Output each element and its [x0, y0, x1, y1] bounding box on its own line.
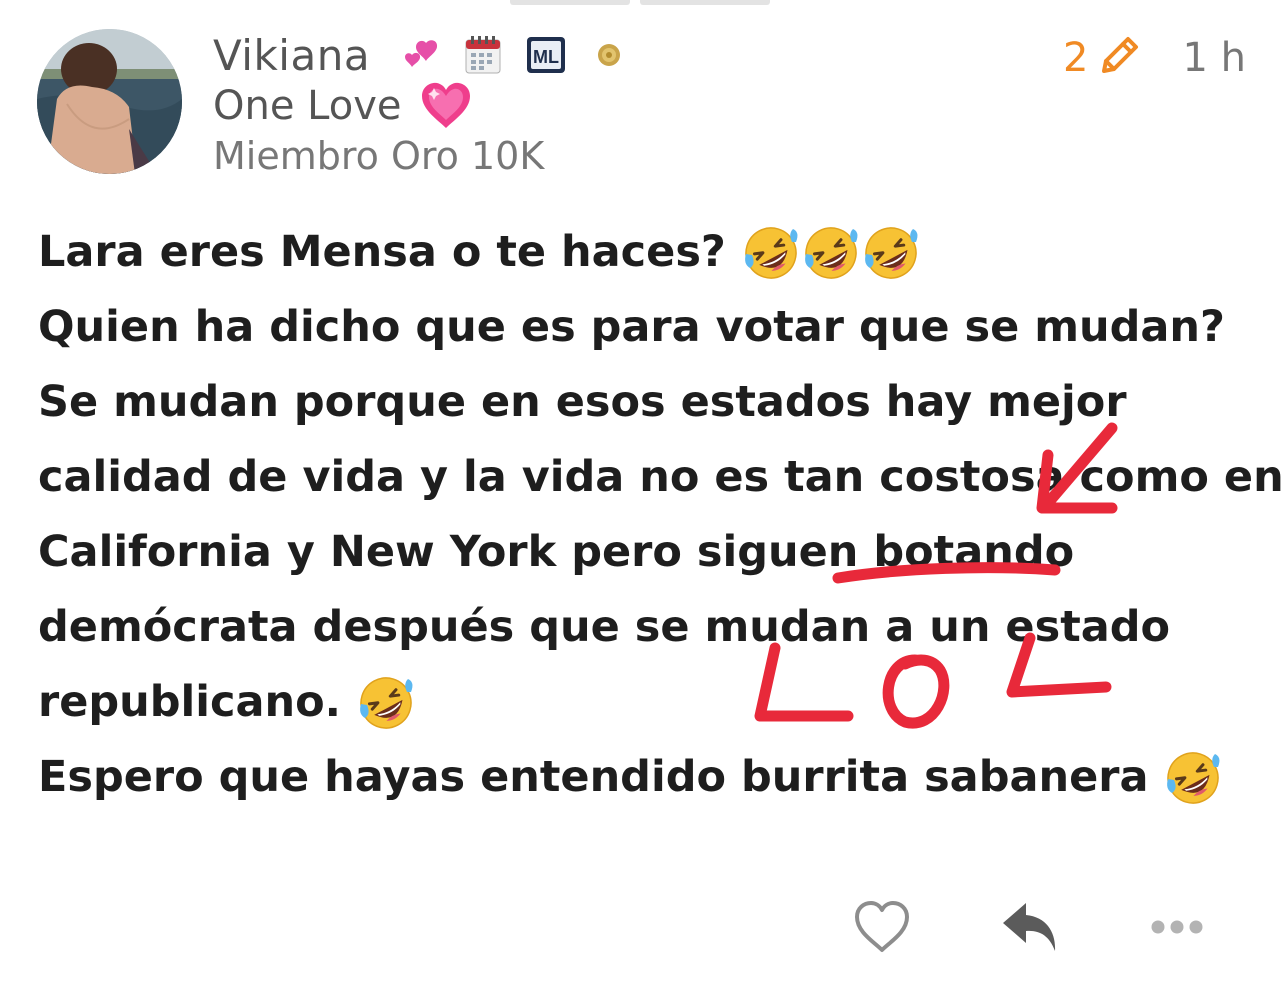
post-line: Espero que hayas entendido burrita saban…: [38, 740, 1258, 815]
edit-count[interactable]: 2: [1063, 35, 1088, 81]
calendar-icon: [464, 35, 502, 75]
post-line: republicano.: [38, 665, 1258, 740]
rolling-on-floor-laughing-emoji: [804, 226, 858, 279]
two-hearts-icon: [402, 35, 442, 75]
post-line: California y New York pero siguen botand…: [38, 527, 1075, 577]
svg-text:ML: ML: [533, 47, 559, 67]
top-edge: [510, 0, 780, 8]
author-tagline: One Love: [213, 83, 402, 129]
post-time: 1 h: [1182, 35, 1246, 81]
reply-icon[interactable]: [998, 895, 1064, 959]
sparkling-heart-icon: [418, 80, 474, 132]
post-meta-right: 2 1 h: [1063, 33, 1246, 83]
post-line: Se mudan porque en esos estados hay mejo…: [38, 377, 1127, 427]
more-dots-icon[interactable]: [1148, 895, 1206, 959]
heart-icon[interactable]: [850, 895, 914, 959]
post-line: calidad de vida y la vida no es tan cost…: [38, 452, 1284, 502]
rolling-on-floor-laughing-emoji: [864, 226, 918, 279]
post-line: Quien ha dicho que es para votar que se …: [38, 302, 1225, 352]
author-name[interactable]: Vikiana: [213, 31, 370, 80]
post-line: Lara eres Mensa o te haces?: [38, 215, 1258, 290]
ml-badge-icon: ML: [526, 36, 566, 74]
pencil-icon[interactable]: [1096, 33, 1142, 83]
action-bar: [0, 895, 1284, 965]
author-rank: Miembro Oro 10K: [213, 134, 545, 178]
coin-icon: [596, 42, 622, 68]
post-line: demócrata después que se mudan a un esta…: [38, 602, 1171, 652]
post-body: Lara eres Mensa o te haces? Quien ha dic…: [38, 215, 1284, 815]
rolling-on-floor-laughing-emoji: [360, 676, 413, 729]
post-author-block: Vikiana ML One Love Miembro Oro 10K: [213, 28, 622, 178]
avatar[interactable]: [37, 29, 182, 174]
rolling-on-floor-laughing-emoji: [744, 226, 798, 279]
rolling-on-floor-laughing-emoji: [1167, 751, 1220, 804]
